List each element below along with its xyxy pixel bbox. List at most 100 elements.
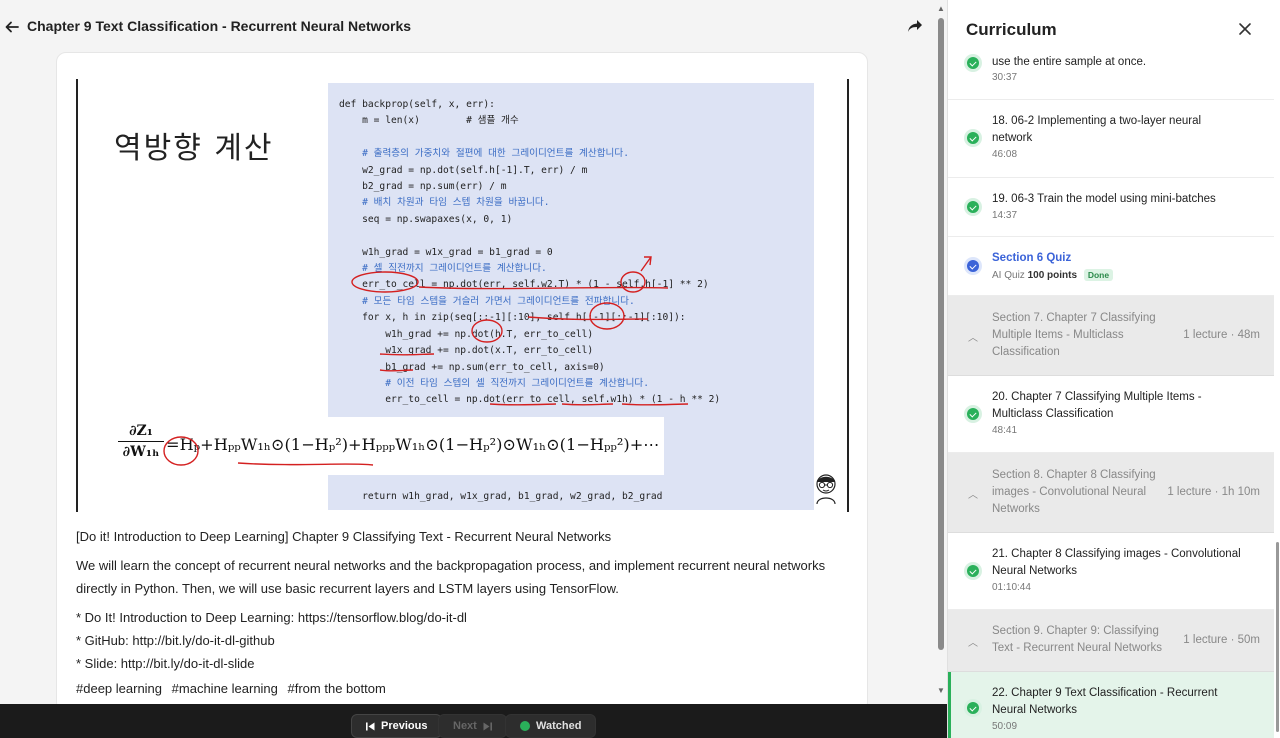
- chevron-up-icon: ︿: [968, 333, 978, 344]
- code-comment-line: # 모든 타임 스텝을 거슬러 가면서 그레이디언트를 전파합니다.: [339, 295, 635, 307]
- next-button[interactable]: Next: [438, 714, 507, 738]
- lecture-description: [Do it! Introduction to Deep Learning] C…: [76, 525, 856, 696]
- description-links: * Do It! Introduction to Deep Learning: …: [76, 606, 856, 675]
- quiz-points: 100 points: [1027, 270, 1078, 281]
- app-root: Chapter 9 Text Classification - Recurren…: [0, 0, 1280, 738]
- formula-expression: =Hₚ+HₚₚW₁ₕ⊙(1−Hₚ²)+HₚₚₚW₁ₕ⊙(1−Hₚ²)⊙W₁ₕ⊙(…: [166, 435, 660, 454]
- chevron-up-icon: ︿: [968, 490, 978, 501]
- lecture-item-title: use the entire sample at once.: [992, 56, 1147, 68]
- scroll-down-arrow-icon[interactable]: ▼: [937, 686, 945, 695]
- slide-title: 역방향 계산: [114, 131, 274, 166]
- section-meta: 1 lecture · 1h 10m: [1167, 486, 1260, 498]
- completed-check-icon: [964, 699, 982, 717]
- formula-numerator: ∂Z₁: [118, 423, 164, 442]
- code-line: seq = np.swapaxes(x, 0, 1): [339, 213, 513, 225]
- code-line: err_to_cell = np.dot(err, self.w2.T) * (…: [339, 279, 709, 291]
- lecture-item-duration: 14:37: [992, 210, 1018, 221]
- watched-label: Watched: [536, 720, 582, 732]
- lecture-content-card: 역방향 계산 def backprop(self, x, err): m = l…: [56, 52, 868, 712]
- curriculum-lecture-item-active[interactable]: 22. Chapter 9 Text Classification - Recu…: [948, 672, 1274, 738]
- main-scrollbar[interactable]: ▲ ▼: [935, 0, 947, 704]
- formula-denominator: ∂W₁ₕ: [122, 444, 160, 460]
- tag-item[interactable]: #deep learning: [76, 681, 162, 696]
- completed-check-icon: [964, 129, 982, 147]
- curriculum-sidebar: Curriculum use the entire sample at once…: [947, 0, 1280, 738]
- lecture-item-duration: 01:10:44: [992, 582, 1031, 593]
- section-title: Section 9. Chapter 9: Classifying Text -…: [992, 625, 1162, 654]
- section-meta: 1 lecture · 50m: [1183, 634, 1260, 646]
- watched-check-icon: [520, 721, 530, 731]
- lecture-item-title: 18. 06-2 Implementing a two-layer neural…: [992, 115, 1202, 144]
- close-icon[interactable]: [1238, 22, 1252, 36]
- lecture-item-duration: 50:09: [992, 721, 1018, 732]
- code-line: w2_grad = np.dot(self.h[-1].T, err) / m: [339, 164, 588, 176]
- lecture-item-duration: 30:37: [992, 72, 1018, 83]
- curriculum-quiz-item[interactable]: Section 6 Quiz AI Quiz 100 points Done: [948, 237, 1274, 296]
- quiz-done-badge: Done: [1083, 269, 1114, 281]
- curriculum-title: Curriculum: [966, 20, 1057, 39]
- code-line: b1_grad += np.sum(err_to_cell, axis=0): [339, 361, 605, 373]
- lecture-item-title: 20. Chapter 7 Classifying Multiple Items…: [992, 391, 1202, 420]
- tag-item[interactable]: #from the bottom: [288, 681, 386, 696]
- tag-list: #deep learning #machine learning #from t…: [76, 681, 856, 696]
- link-book[interactable]: * Do It! Introduction to Deep Learning: …: [76, 606, 856, 629]
- curriculum-lecture-item[interactable]: 20. Chapter 7 Classifying Multiple Items…: [948, 376, 1274, 453]
- quiz-item-meta: AI Quiz 100 points Done: [992, 269, 1114, 281]
- sidebar-scrollbar-thumb[interactable]: [1276, 542, 1279, 732]
- code-line: for x, h in zip(seq[::-1][:10], self.h[:…: [339, 312, 686, 324]
- code-comment-line: # 출력층의 가중치와 절편에 대한 그레이디언트를 계산합니다.: [339, 148, 629, 160]
- curriculum-section-header[interactable]: ︿ Section 8. Chapter 8 Classifying image…: [948, 453, 1274, 533]
- player-bottom-bar: Previous Next Watched: [0, 704, 947, 738]
- lecture-header: Chapter 9 Text Classification - Recurren…: [0, 0, 935, 54]
- lecture-item-title: 22. Chapter 9 Text Classification - Recu…: [992, 687, 1218, 716]
- completed-check-icon: [964, 54, 982, 72]
- previous-button[interactable]: Previous: [351, 714, 443, 738]
- back-arrow-icon[interactable]: [4, 19, 20, 35]
- sidebar-scrollbar[interactable]: [1274, 52, 1280, 738]
- description-body: We will learn the concept of recurrent n…: [76, 558, 826, 596]
- quiz-item-title: Section 6 Quiz: [992, 252, 1072, 264]
- completed-check-icon: [964, 562, 982, 580]
- code-comment-line: # 이전 타임 스텝의 셀 직전까지 그레이디언트를 계산합니다.: [339, 377, 650, 389]
- lecture-title: Chapter 9 Text Classification - Recurren…: [27, 18, 412, 34]
- gradient-formula: ∂Z₁ ∂W₁ₕ =Hₚ+HₚₚW₁ₕ⊙(1−Hₚ²)+HₚₚₚW₁ₕ⊙(1−H…: [114, 417, 664, 475]
- previous-icon: [366, 722, 375, 730]
- tag-item[interactable]: #machine learning: [172, 681, 278, 696]
- scroll-up-arrow-icon[interactable]: ▲: [937, 4, 945, 13]
- lecture-item-title: 19. 06-3 Train the model using mini-batc…: [992, 193, 1216, 205]
- completed-check-icon: [964, 198, 982, 216]
- formula-fraction: ∂Z₁ ∂W₁ₕ: [118, 423, 164, 460]
- link-slide[interactable]: * Slide: http://bit.ly/do-it-dl-slide: [76, 652, 856, 675]
- curriculum-lecture-item[interactable]: 21. Chapter 8 Classifying images - Convo…: [948, 533, 1274, 610]
- author-avatar-icon: [816, 474, 836, 505]
- code-line: w1x_grad += np.dot(x.T, err_to_cell): [339, 345, 594, 357]
- section-title: Section 7. Chapter 7 Classifying Multipl…: [992, 312, 1156, 358]
- curriculum-lecture-item[interactable]: use the entire sample at once. 30:37: [948, 52, 1274, 100]
- next-icon: [483, 722, 492, 730]
- code-line: m = len(x) # 샘플 개수: [339, 115, 519, 127]
- curriculum-list: use the entire sample at once. 30:37 18.…: [948, 52, 1280, 738]
- section-meta: 1 lecture · 48m: [1183, 329, 1260, 341]
- curriculum-section-header[interactable]: ︿ Section 7. Chapter 7 Classifying Multi…: [948, 296, 1274, 376]
- code-line: err_to_cell = np.dot(err_to_cell, self.w…: [339, 394, 721, 406]
- code-text: def backprop(self, x, err): m = len(x) #…: [339, 97, 720, 409]
- main-scrollbar-thumb[interactable]: [938, 18, 944, 650]
- curriculum-section-header[interactable]: ︿ Section 9. Chapter 9: Classifying Text…: [948, 610, 1274, 672]
- code-line: b2_grad = np.sum(err) / m: [339, 181, 507, 193]
- share-icon[interactable]: [906, 17, 924, 35]
- curriculum-lecture-item[interactable]: 19. 06-3 Train the model using mini-batc…: [948, 178, 1274, 237]
- lecture-item-title: 21. Chapter 8 Classifying images - Convo…: [992, 548, 1241, 577]
- chevron-up-icon: ︿: [968, 638, 978, 649]
- quiz-type-label: AI Quiz: [992, 270, 1025, 281]
- curriculum-lecture-item[interactable]: 18. 06-2 Implementing a two-layer neural…: [948, 100, 1274, 178]
- code-comment-line: # 셀 직전까지 그레이디언트를 계산합니다.: [339, 263, 547, 275]
- link-github[interactable]: * GitHub: http://bit.ly/do-it-dl-github: [76, 629, 856, 652]
- code-return-line: return w1h_grad, w1x_grad, b1_grad, w2_g…: [339, 491, 663, 502]
- lecture-item-duration: 48:41: [992, 425, 1018, 436]
- watched-button[interactable]: Watched: [505, 714, 597, 738]
- lecture-item-duration: 46:08: [992, 149, 1018, 160]
- code-line: w1h_grad = w1x_grad = b1_grad = 0: [339, 246, 553, 258]
- lecture-slide-image: 역방향 계산 def backprop(self, x, err): m = l…: [76, 79, 849, 512]
